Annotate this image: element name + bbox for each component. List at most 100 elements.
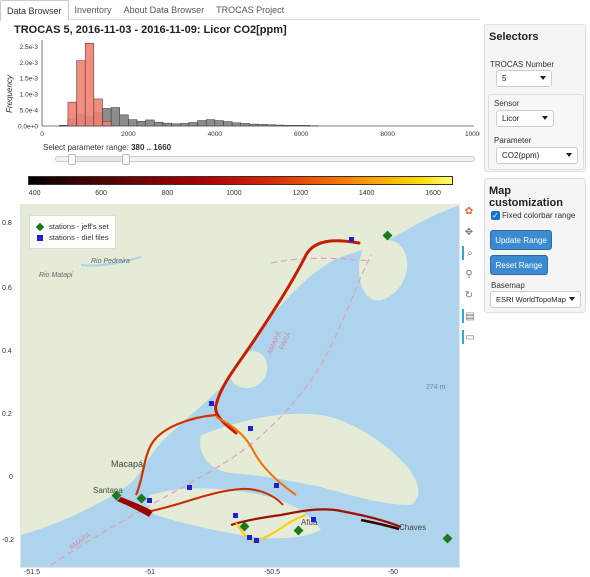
histogram-ylabel: Frequency — [5, 74, 14, 113]
map-toolbar: ✿ ✥ ⌕ ⚲ ↻ ▤ ▭ — [461, 204, 477, 351]
map-y-tick: 0.6 — [2, 285, 12, 292]
map-y-tick: 0 — [9, 474, 13, 481]
chevron-down-icon — [569, 297, 575, 301]
update-range-button[interactable]: Update Range — [490, 230, 552, 250]
station-diel[interactable] — [274, 483, 279, 488]
tab-about-data-browser[interactable]: About Data Browser — [118, 0, 211, 20]
map-canvas[interactable]: Macapá Santana Afuá Chaves Rio Pedreira … — [21, 205, 460, 568]
map-x-tick: -51.5 — [24, 569, 40, 576]
map-legend: stations - jeff's set stations - diel fi… — [29, 215, 116, 249]
label-rio-matapi: Rio Matapi — [39, 272, 73, 279]
zoom-icon[interactable]: ⌕ — [462, 246, 476, 260]
tab-trocas-project[interactable]: TROCAS Project — [210, 0, 290, 20]
histogram-bar — [136, 120, 146, 127]
wheel-zoom-icon[interactable]: ⚲ — [462, 267, 476, 281]
histogram-bar — [231, 122, 241, 127]
histogram-y-tick: 5.0e-4 — [20, 108, 39, 115]
label-depth: 274 m — [426, 384, 446, 391]
range-slider-fill — [71, 157, 126, 161]
map-x-tick: -51 — [144, 569, 156, 576]
color-wheel-icon[interactable]: ✿ — [462, 204, 476, 218]
histogram-x-tick: 0 — [40, 131, 44, 138]
pan-icon[interactable]: ✥ — [462, 225, 476, 239]
histogram-x-tick: 2000 — [121, 131, 136, 138]
station-diel[interactable] — [254, 538, 259, 543]
histogram-bar — [223, 121, 233, 127]
map-view[interactable]: Macapá Santana Afuá Chaves Rio Pedreira … — [20, 204, 460, 568]
map-y-tick: 0.4 — [2, 348, 12, 355]
histogram-bar — [110, 107, 121, 127]
colorbar-tick: 800 — [161, 190, 174, 197]
range-slider-label: Select parameter range: 380 .. 1660 — [43, 143, 172, 152]
histogram-x-tick: 6000 — [294, 131, 309, 138]
histogram-bar — [162, 122, 172, 127]
trocas-number-select[interactable]: 5 — [496, 70, 552, 87]
label-rio-pedreira: Rio Pedreira — [91, 258, 130, 265]
histogram-bar — [67, 101, 77, 127]
colorbar-tick: 1600 — [425, 190, 441, 197]
label-chaves: Chaves — [399, 523, 426, 532]
histogram-bar — [128, 119, 138, 127]
station-diel[interactable] — [233, 513, 238, 518]
map-customization-title: Map customization — [489, 185, 563, 209]
reset-icon[interactable]: ↻ — [462, 288, 476, 302]
station-diel[interactable] — [187, 485, 192, 490]
trocas-number-label: TROCAS Number — [490, 60, 555, 69]
tab-inventory[interactable]: Inventory — [69, 0, 118, 20]
colorbar-tick: 1400 — [358, 190, 375, 197]
histogram-chart[interactable]: Frequency 2.5e-3 2.0e-3 1.5e-3 1.0e-3 5.0e-4… — [0, 34, 480, 144]
histogram-y-tick: 0.0e+0 — [18, 124, 38, 131]
diamond-marker-icon — [35, 222, 45, 231]
histogram-bar — [84, 42, 95, 127]
sensor-select[interactable]: Licor — [496, 110, 554, 127]
station-diel[interactable] — [247, 535, 252, 540]
tab-data-browser[interactable]: Data Browser — [0, 0, 69, 21]
station-diel[interactable] — [248, 426, 253, 431]
station-diel[interactable] — [209, 401, 214, 406]
fixed-colorbar-checkbox[interactable]: ✓ — [491, 211, 500, 220]
histogram-bar — [197, 120, 207, 127]
chevron-down-icon — [566, 153, 572, 157]
histogram-x-tick: 4000 — [208, 131, 223, 138]
hover-icon[interactable]: ▭ — [462, 330, 476, 344]
map-x-tick: -50.5 — [264, 569, 280, 576]
histogram-bar — [119, 114, 129, 127]
histogram-x-tick: 10000 — [465, 131, 480, 138]
chevron-down-icon — [542, 116, 548, 120]
histogram-bar — [214, 120, 224, 127]
chevron-down-icon — [540, 76, 546, 80]
sensor-label: Sensor — [494, 99, 520, 108]
station-diel[interactable] — [147, 498, 152, 503]
selectors-title: Selectors — [489, 31, 539, 43]
range-slider-max-handle[interactable] — [121, 154, 130, 165]
map-y-tick: 0.8 — [2, 220, 12, 227]
map-y-tick: 0.2 — [2, 411, 12, 418]
colorbar-tick: 600 — [95, 190, 107, 197]
histogram-y-tick: 2.0e-3 — [20, 60, 39, 67]
parameter-label: Parameter — [494, 136, 532, 145]
basemap-select[interactable]: ESRI WorldTopoMap — [490, 291, 581, 308]
histogram-y-tick: 1.5e-3 — [20, 76, 39, 83]
square-marker-icon — [37, 234, 43, 241]
map-y-tick: -0.2 — [2, 537, 15, 544]
save-icon[interactable]: ▤ — [462, 309, 476, 323]
histogram-y-tick: 1.0e-3 — [20, 92, 39, 99]
station-diel[interactable] — [311, 517, 316, 522]
legend-item-jeff: stations - jeff's set — [35, 222, 109, 231]
histogram-bar — [76, 60, 86, 127]
histogram-bar — [145, 119, 155, 127]
parameter-select[interactable]: CO2(ppm) — [496, 147, 578, 164]
colorbar-tick: 1000 — [226, 190, 242, 197]
range-slider[interactable] — [55, 154, 475, 165]
label-macapa: Macapá — [111, 459, 143, 469]
station-diel[interactable] — [349, 237, 354, 242]
histogram-y-tick: 2.5e-3 — [20, 44, 39, 51]
colorbar-tick: 1200 — [292, 190, 309, 197]
histogram-bar — [102, 120, 112, 127]
basemap-label: Basemap — [491, 281, 525, 290]
reset-range-button[interactable]: Reset Range — [490, 255, 548, 275]
range-slider-min-handle[interactable] — [67, 154, 76, 165]
map-x-tick: -50 — [387, 569, 399, 576]
colorbar-tick: 400 — [28, 190, 41, 197]
histogram-bar — [154, 121, 164, 127]
